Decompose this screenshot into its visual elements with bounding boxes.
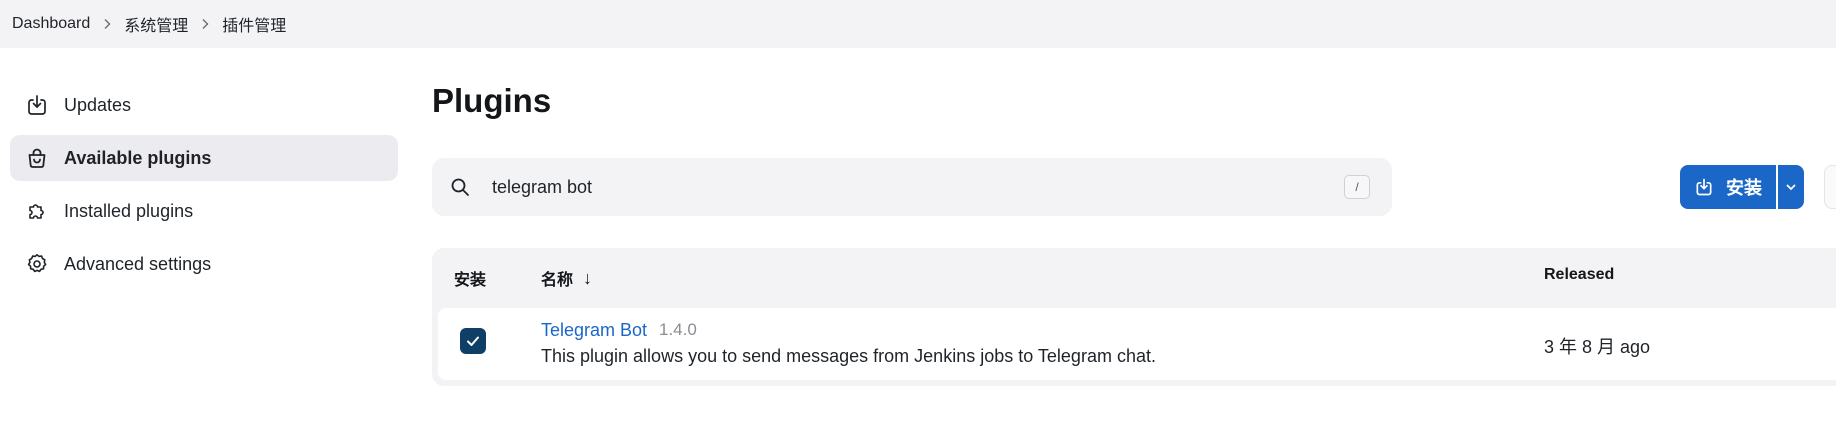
plugin-name-link[interactable]: Telegram Bot [541,320,647,341]
search-bar[interactable]: / [432,158,1392,216]
column-header-name[interactable]: 名称 ↓ [541,266,592,290]
plugin-version: 1.4.0 [659,320,697,339]
column-header-label: Released [1544,266,1615,283]
chevron-right-icon [90,18,124,30]
install-button[interactable]: 安装 [1680,165,1776,209]
plugin-description: This plugin allows you to send messages … [541,346,1156,366]
checkmark-icon [467,336,479,346]
breadcrumb-dashboard[interactable]: Dashboard [12,15,90,33]
plugins-table: 安装 名称 ↓ Released Telegram Bot 1.4.0 This… [432,248,1836,386]
sidebar-item-label: Available plugins [64,147,212,168]
table-row: Telegram Bot 1.4.0 This plugin allows yo… [438,308,1836,380]
sidebar-item-label: Installed plugins [64,200,194,221]
install-options-dropdown[interactable] [1778,165,1804,209]
sidebar: Updates Available plugins Installed plug… [10,82,398,294]
breadcrumb-plugin-manager[interactable]: 插件管理 [222,12,286,36]
released-date: 3 年 8 月 ago [1544,337,1651,357]
chevron-right-icon [188,18,222,30]
more-button[interactable] [1824,165,1836,209]
column-header-released[interactable]: Released [1544,266,1614,284]
sidebar-item-installed-plugins[interactable]: Installed plugins [10,188,398,234]
keyboard-shortcut-hint: / [1344,175,1370,199]
puzzle-icon [24,198,50,224]
download-icon [24,92,50,118]
gear-icon [24,251,50,277]
column-header-label: 安装 [454,272,487,289]
column-header-install: 安装 [454,266,486,290]
install-button-label: 安装 [1726,178,1762,198]
shopping-bag-icon [24,145,50,171]
sort-arrow-icon: ↓ [583,267,593,288]
breadcrumb: Dashboard 系统管理 插件管理 [0,0,1836,48]
sidebar-item-advanced-settings[interactable]: Advanced settings [10,241,398,287]
sidebar-item-updates[interactable]: Updates [10,82,398,128]
page-title: Plugins [432,82,552,119]
search-icon [450,175,474,199]
install-checkbox[interactable] [460,328,486,354]
column-header-label: 名称 [541,272,574,289]
sidebar-item-available-plugins[interactable]: Available plugins [10,135,398,181]
breadcrumb-system-admin[interactable]: 系统管理 [124,12,188,36]
sidebar-item-label: Advanced settings [64,253,212,274]
search-input[interactable] [492,176,1312,198]
chevron-down-icon [1786,184,1796,191]
download-icon [1696,178,1712,196]
sidebar-item-label: Updates [64,94,132,115]
